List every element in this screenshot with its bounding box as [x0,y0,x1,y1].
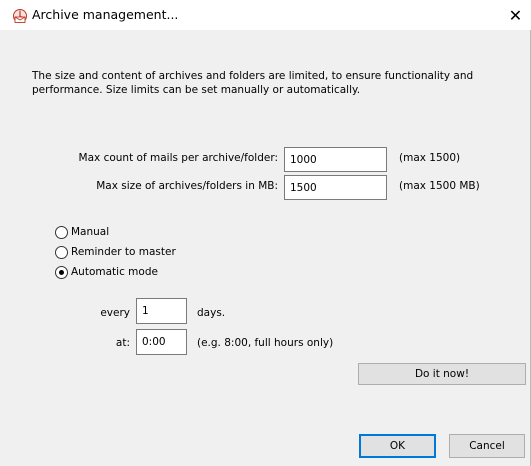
at-hint: (e.g. 8:00, full hours only) [197,337,334,349]
max-size-label: Max size of archives/folders in MB: [96,180,278,192]
max-size-input[interactable] [284,175,387,200]
at-time-input[interactable] [136,329,187,355]
max-count-hint: (max 1500) [399,152,461,164]
window-title: Archive management... [32,7,179,22]
radio-reminder-label: Reminder to master [71,246,176,258]
every-days-input[interactable] [136,298,187,324]
max-count-label: Max count of mails per archive/folder: [78,152,278,164]
max-count-input[interactable] [284,147,387,172]
days-label: days. [197,307,226,319]
every-label: every [100,307,130,319]
radio-reminder-indicator[interactable] [55,245,68,259]
radio-automatic-label: Automatic mode [71,266,158,278]
radio-manual[interactable]: Manual [55,224,109,240]
cancel-button[interactable]: Cancel [449,434,525,458]
dialog-body: The size and content of archives and fol… [0,30,531,466]
at-label: at: [115,337,130,349]
radio-reminder-to-master[interactable]: Reminder to master [55,244,176,260]
radio-automatic-mode[interactable]: Automatic mode [55,264,158,280]
do-it-now-button[interactable]: Do it now! [358,363,526,385]
radio-automatic-indicator[interactable] [55,265,68,279]
description-text: The size and content of archives and fol… [32,70,474,96]
radio-manual-indicator[interactable] [55,225,68,239]
ok-button[interactable]: OK [359,434,436,458]
archive-management-icon [12,8,28,24]
title-bar: Archive management... ✕ [0,0,531,30]
close-icon[interactable]: ✕ [500,2,531,30]
max-size-hint: (max 1500 MB) [399,180,480,192]
radio-manual-label: Manual [71,226,110,238]
